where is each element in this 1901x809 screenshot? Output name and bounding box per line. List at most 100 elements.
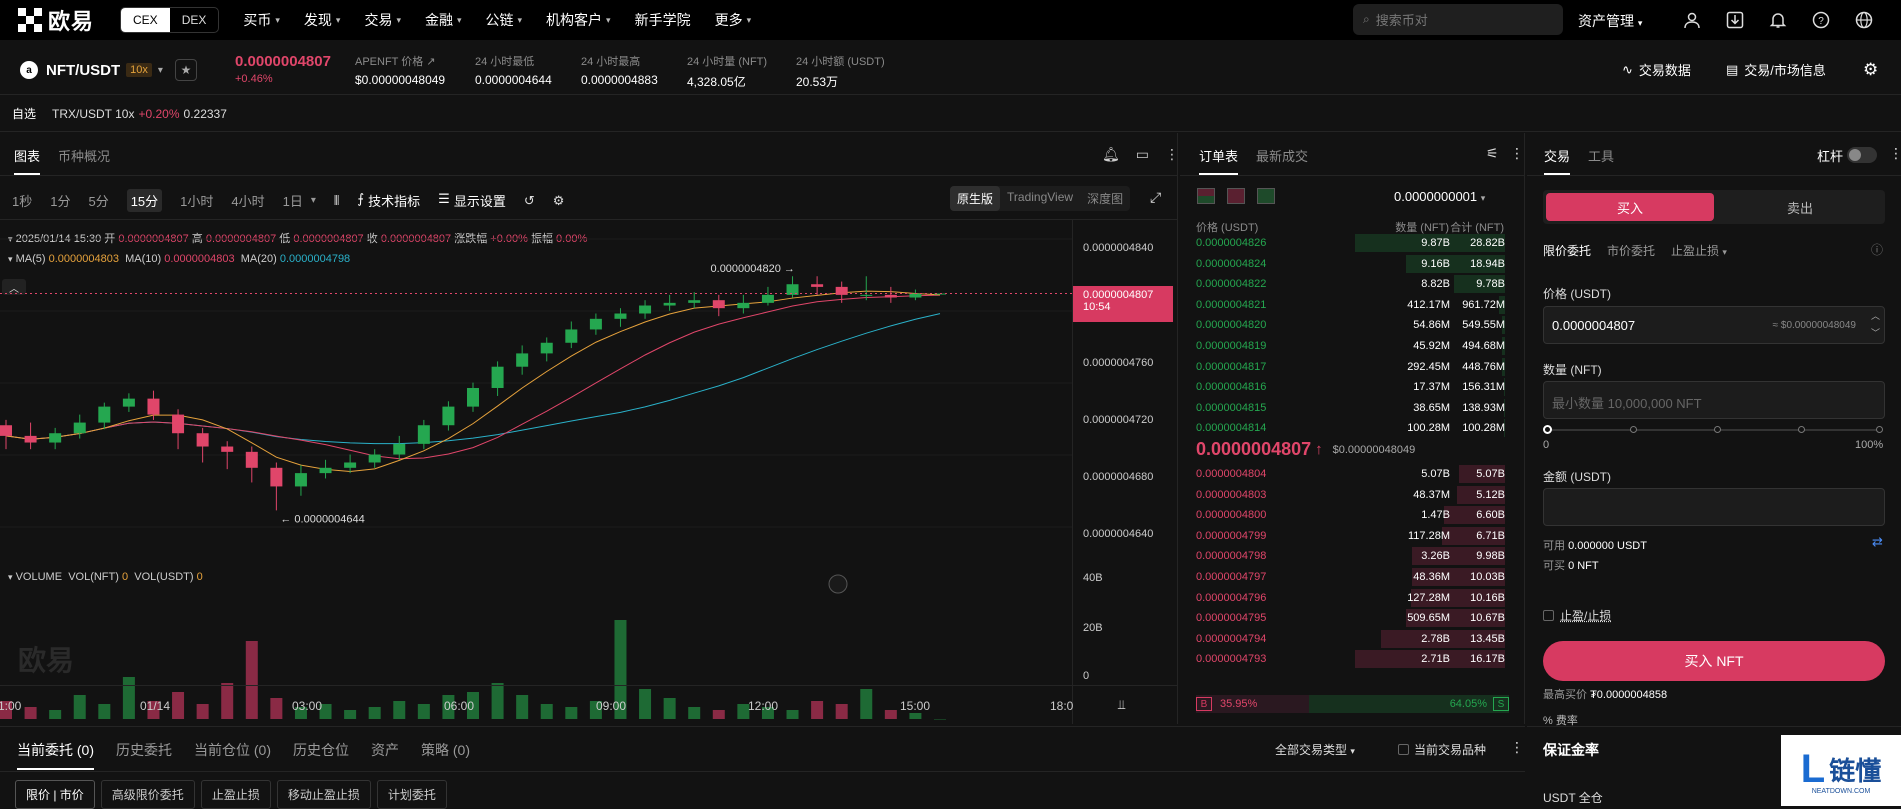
indicators-button[interactable]: ⨍ 技术指标 bbox=[357, 191, 420, 210]
tpsl-checkbox[interactable]: 止盈/止损 bbox=[1543, 607, 1611, 624]
orders-tab-3[interactable]: 历史仓位 bbox=[293, 740, 349, 770]
tf-5m[interactable]: 5分 bbox=[88, 191, 108, 210]
slider-handle[interactable] bbox=[1543, 425, 1552, 434]
more-vertical-icon[interactable]: ⋮ bbox=[1165, 146, 1179, 163]
candle-type-icon[interactable]: ⫴ bbox=[334, 193, 339, 209]
tab-coin-overview[interactable]: 币种概况 bbox=[58, 146, 110, 165]
tab-orderbook[interactable]: 订单表 bbox=[1199, 146, 1239, 175]
nav-item-3[interactable]: 金融 ▾ bbox=[425, 10, 462, 30]
view-native[interactable]: 原生版 bbox=[950, 186, 1001, 211]
bid-row[interactable]: 0.0000004794 2.78B 13.45B bbox=[1180, 629, 1525, 649]
help-icon[interactable]: ? bbox=[1809, 8, 1833, 32]
tab-trade[interactable]: 交易 bbox=[1544, 146, 1571, 175]
orders-tab-1[interactable]: 历史委托 bbox=[116, 740, 172, 770]
fullscreen-icon[interactable]: ⤢ bbox=[1150, 189, 1161, 206]
nav-item-6[interactable]: 新手学院 bbox=[635, 10, 691, 30]
window-icon[interactable]: ▭ bbox=[1136, 146, 1149, 163]
watchlist-item[interactable]: TRX/USDT 10x +0.20% 0.22337 bbox=[52, 107, 227, 121]
slider-tick[interactable] bbox=[1798, 426, 1805, 433]
bid-row[interactable]: 0.0000004799 117.28M 6.71B bbox=[1180, 526, 1525, 546]
transfer-icon[interactable]: ⇄ bbox=[1872, 534, 1883, 550]
ask-row[interactable]: 0.0000004826 9.87B 28.82B bbox=[1180, 233, 1525, 253]
nav-item-7[interactable]: 更多 ▾ bbox=[715, 10, 752, 30]
ask-row[interactable]: 0.0000004820 54.86M 549.55M bbox=[1180, 315, 1525, 335]
asset-management-menu[interactable]: 资产管理 ▾ bbox=[1578, 11, 1642, 31]
orders-tab-4[interactable]: 资产 bbox=[371, 740, 399, 770]
leverage-toggle[interactable] bbox=[1847, 147, 1877, 163]
chevron-down-icon[interactable]: ▾ bbox=[311, 195, 316, 206]
bid-row[interactable]: 0.0000004793 2.71B 16.17B bbox=[1180, 649, 1525, 669]
bid-row[interactable]: 0.0000004798 3.26B 9.98B bbox=[1180, 546, 1525, 566]
download-icon[interactable] bbox=[1723, 8, 1747, 32]
display-settings-button[interactable]: ☰ 显示设置 bbox=[438, 191, 506, 210]
settings-gear-icon[interactable]: ⚙ bbox=[1863, 60, 1878, 80]
view-tradingview[interactable]: TradingView bbox=[1000, 186, 1080, 211]
bid-row[interactable]: 0.0000004804 5.07B 5.07B bbox=[1180, 464, 1525, 484]
layout-asks-icon[interactable] bbox=[1227, 188, 1245, 204]
orders-tab-0[interactable]: 当前委托 (0) bbox=[17, 740, 94, 770]
price-input[interactable]: 0.0000004807 ≈ $0.00000048049 ︿ ﹀ bbox=[1543, 306, 1885, 344]
tf-4h[interactable]: 4小时 bbox=[231, 191, 264, 210]
tick-size-select[interactable]: 0.0000000001 ▾ bbox=[1394, 189, 1485, 204]
time-axis-reset-icon[interactable]: ⫫ bbox=[1118, 697, 1125, 713]
filter-sliders-icon[interactable]: ⚟ bbox=[1486, 145, 1499, 162]
info-icon[interactable]: ⓘ bbox=[1871, 241, 1883, 258]
trade-data-button[interactable]: ∿ 交易数据 bbox=[1622, 60, 1691, 79]
nav-item-0[interactable]: 买币 ▾ bbox=[243, 10, 280, 30]
order-type-limit[interactable]: 限价委托 bbox=[1543, 242, 1591, 259]
nav-item-2[interactable]: 交易 ▾ bbox=[364, 10, 401, 30]
bid-row[interactable]: 0.0000004795 509.65M 10.67B bbox=[1180, 608, 1525, 628]
globe-icon[interactable] bbox=[1852, 8, 1876, 32]
gear-icon[interactable]: ⚙ bbox=[553, 193, 565, 209]
ask-row[interactable]: 0.0000004819 45.92M 494.68M bbox=[1180, 336, 1525, 356]
ask-row[interactable]: 0.0000004816 17.37M 156.31M bbox=[1180, 377, 1525, 397]
candlestick-chart[interactable]: 0.0000004820 → ← 0.0000004644 bbox=[0, 219, 1075, 724]
nav-item-5[interactable]: 机构客户 ▾ bbox=[546, 10, 611, 30]
bid-row[interactable]: 0.0000004796 127.28M 10.16B bbox=[1180, 588, 1525, 608]
undo-icon[interactable]: ↺ bbox=[524, 193, 535, 209]
layout-bids-icon[interactable] bbox=[1257, 188, 1275, 204]
tf-1h[interactable]: 1小时 bbox=[180, 191, 213, 210]
tab-chart[interactable]: 图表 bbox=[14, 146, 41, 175]
slider-tick[interactable] bbox=[1714, 426, 1721, 433]
filter-chip[interactable]: 高级限价委托 bbox=[100, 780, 195, 809]
tf-1m[interactable]: 1分 bbox=[50, 191, 70, 210]
more-vertical-icon[interactable]: ⋮ bbox=[1510, 739, 1524, 756]
tf-1d[interactable]: 1日 bbox=[283, 191, 303, 210]
more-vertical-icon[interactable]: ⋮ bbox=[1510, 145, 1524, 162]
dex-toggle[interactable]: DEX bbox=[170, 8, 219, 32]
ask-row[interactable]: 0.0000004824 9.16B 18.94B bbox=[1180, 254, 1525, 274]
qty-slider[interactable] bbox=[1543, 425, 1883, 434]
market-info-button[interactable]: ▤ 交易/市场信息 bbox=[1726, 60, 1826, 79]
filter-chip[interactable]: 止盈止损 bbox=[200, 780, 271, 809]
ask-row[interactable]: 0.0000004815 38.65M 138.93M bbox=[1180, 398, 1525, 418]
filter-chip[interactable]: 限价 | 市价 bbox=[15, 780, 95, 809]
tab-tools[interactable]: 工具 bbox=[1588, 146, 1614, 165]
okx-logo[interactable]: 欧易 bbox=[18, 4, 94, 36]
sell-tab[interactable]: 卖出 bbox=[1716, 193, 1884, 221]
order-type-tpsl[interactable]: 止盈止损 ▾ bbox=[1671, 242, 1727, 259]
pair-selector[interactable]: a NFT/USDT 10x ▾ ★ bbox=[20, 59, 197, 81]
bid-row[interactable]: 0.0000004800 1.47B 6.60B bbox=[1180, 505, 1525, 525]
bell-icon[interactable] bbox=[1766, 8, 1790, 32]
favorite-star-icon[interactable]: ★ bbox=[174, 59, 197, 81]
orders-tab-2[interactable]: 当前仓位 (0) bbox=[194, 740, 271, 770]
ask-row[interactable]: 0.0000004814 100.28M 100.28M bbox=[1180, 418, 1525, 438]
filter-chip[interactable]: 计划委托 bbox=[376, 780, 447, 809]
order-type-market[interactable]: 市价委托 bbox=[1607, 242, 1655, 259]
filter-chip[interactable]: 移动止盈止损 bbox=[276, 780, 371, 809]
tab-recent-trades[interactable]: 最新成交 bbox=[1256, 146, 1308, 165]
ask-row[interactable]: 0.0000004822 8.82B 9.78B bbox=[1180, 274, 1525, 294]
stat-apenft-price[interactable]: APENFT 价格 ↗ $0.00000048049 bbox=[355, 53, 445, 87]
tf-15m[interactable]: 15分 bbox=[126, 189, 163, 212]
stepper-up-icon[interactable]: ︿ bbox=[1871, 309, 1880, 322]
slider-tick[interactable] bbox=[1630, 426, 1637, 433]
tf-1s[interactable]: 1秒 bbox=[12, 191, 32, 210]
nav-item-1[interactable]: 发现 ▾ bbox=[304, 10, 341, 30]
ask-row[interactable]: 0.0000004821 412.17M 961.72M bbox=[1180, 295, 1525, 315]
orders-tab-5[interactable]: 策略 (0) bbox=[421, 740, 470, 770]
bid-row[interactable]: 0.0000004803 48.37M 5.12B bbox=[1180, 485, 1525, 505]
cex-toggle[interactable]: CEX bbox=[121, 8, 170, 32]
user-icon[interactable] bbox=[1680, 8, 1704, 32]
more-vertical-icon[interactable]: ⋮ bbox=[1889, 145, 1901, 162]
